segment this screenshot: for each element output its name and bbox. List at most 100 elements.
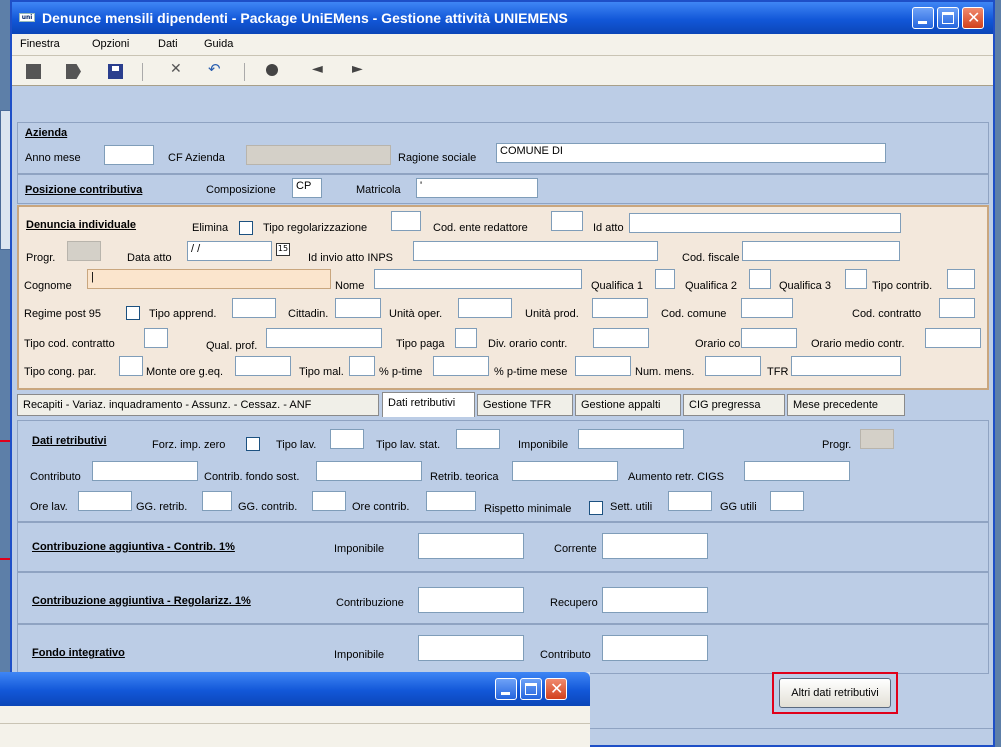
gg-contrib-field[interactable] xyxy=(312,491,346,511)
tab-gestione-appalti[interactable]: Gestione appalti xyxy=(575,394,681,416)
cod-contratto-field[interactable] xyxy=(939,298,975,318)
contrib1-panel: Contribuzione aggiuntiva - Contrib. 1% I… xyxy=(17,522,989,572)
contributo-label: Contributo xyxy=(30,471,81,483)
tab-gestione-tfr[interactable]: Gestione TFR xyxy=(477,394,573,416)
matricola-field[interactable]: ' xyxy=(416,178,538,198)
nome-field[interactable] xyxy=(374,269,582,289)
tab-dati-retributivi[interactable]: Dati retributivi xyxy=(382,392,475,417)
rispetto-checkbox[interactable] xyxy=(589,501,603,515)
cod-contratto-label: Cod. contratto xyxy=(852,308,922,320)
qualifica2-field[interactable] xyxy=(749,269,771,289)
tipo-cod-contratto-field[interactable] xyxy=(144,328,168,348)
tab-strip: Recapiti - Variaz. inquadramento - Assun… xyxy=(17,392,989,418)
elimina-checkbox[interactable] xyxy=(239,221,253,235)
search-icon[interactable] xyxy=(266,64,278,76)
tipo-mal-field[interactable] xyxy=(349,356,375,376)
close-icon: ✕ xyxy=(550,679,564,698)
gg-utili-field[interactable] xyxy=(770,491,804,511)
cod-comune-field[interactable] xyxy=(741,298,793,318)
minimize-button[interactable] xyxy=(912,7,934,29)
forz-imp-checkbox[interactable] xyxy=(246,437,260,451)
ptime-mese-field[interactable] xyxy=(575,356,631,376)
fondo-imponibile-field[interactable] xyxy=(418,635,524,661)
tipo-contrib-field[interactable] xyxy=(947,269,975,289)
anno-mese-field[interactable] xyxy=(104,145,154,165)
num-mens-field[interactable] xyxy=(705,356,761,376)
qualifica3-field[interactable] xyxy=(845,269,867,289)
tipo-cod-contratto-label: Tipo cod. contratto xyxy=(24,338,115,350)
ore-contrib-field[interactable] xyxy=(426,491,476,511)
menu-dati[interactable]: Dati xyxy=(158,38,178,50)
tab-cig-pregressa[interactable]: CIG pregressa xyxy=(683,394,785,416)
contrib1-corrente-field[interactable] xyxy=(602,533,708,559)
contributo-field[interactable] xyxy=(92,461,198,481)
contrib1-imponibile-field[interactable] xyxy=(418,533,524,559)
second-minimize-button[interactable] xyxy=(495,678,517,700)
tab-recapiti[interactable]: Recapiti - Variaz. inquadramento - Assun… xyxy=(17,394,379,416)
retrib-teorica-field[interactable] xyxy=(512,461,618,481)
close-button[interactable]: ✕ xyxy=(962,7,984,29)
qual-prof-field[interactable] xyxy=(266,328,382,348)
menu-finestra[interactable]: Finestra xyxy=(20,38,60,50)
regime-checkbox[interactable] xyxy=(126,306,140,320)
id-invio-label: Id invio atto INPS xyxy=(308,252,393,264)
cognome-field[interactable]: | xyxy=(87,269,331,289)
tipo-lav-stat-field[interactable] xyxy=(456,429,500,449)
id-invio-field[interactable] xyxy=(413,241,658,261)
cod-fiscale-field[interactable] xyxy=(742,241,900,261)
main-window: uni Denunce mensili dipendenti - Package… xyxy=(10,0,995,747)
orario-medio-field[interactable] xyxy=(925,328,981,348)
menu-guida[interactable]: Guida xyxy=(204,38,233,50)
calendar-icon[interactable]: 15 xyxy=(276,243,290,256)
contrib2-recupero-field[interactable] xyxy=(602,587,708,613)
div-orario-field[interactable] xyxy=(593,328,649,348)
data-atto-field[interactable]: / / xyxy=(187,241,272,261)
tipo-cong-field[interactable] xyxy=(119,356,143,376)
aumento-label: Aumento retr. CIGS xyxy=(628,471,724,483)
qualifica1-field[interactable] xyxy=(655,269,675,289)
aumento-field[interactable] xyxy=(744,461,850,481)
tipo-lav-field[interactable] xyxy=(330,429,364,449)
imponibile-field[interactable] xyxy=(578,429,684,449)
ptime-field[interactable] xyxy=(433,356,489,376)
sett-utili-field[interactable] xyxy=(668,491,712,511)
tipo-regolarizzazione-field[interactable] xyxy=(391,211,421,231)
monte-ore-field[interactable] xyxy=(235,356,291,376)
posizione-panel: Posizione contributiva Composizione CP M… xyxy=(17,174,989,204)
gg-utili-label: GG utili xyxy=(720,501,757,513)
contrib-fondo-field[interactable] xyxy=(316,461,422,481)
fondo-contributo-field[interactable] xyxy=(602,635,708,661)
ore-lav-label: Ore lav. xyxy=(30,501,68,513)
save-icon[interactable] xyxy=(108,64,123,79)
second-close-button[interactable]: ✕ xyxy=(545,678,567,700)
new-icon[interactable] xyxy=(26,64,41,79)
maximize-button[interactable] xyxy=(937,7,959,29)
matricola-label: Matricola xyxy=(356,184,401,196)
undo-icon[interactable]: ↶ xyxy=(208,60,223,78)
ragione-sociale-field[interactable]: COMUNE DI xyxy=(496,143,886,163)
orario-contr-field[interactable] xyxy=(741,328,797,348)
cittadin-field[interactable] xyxy=(335,298,381,318)
contrib2-contribuzione-field[interactable] xyxy=(418,587,524,613)
cut-icon[interactable]: ✕ xyxy=(170,61,185,77)
fondo-heading: Fondo integrativo xyxy=(32,647,125,659)
tipo-apprend-field[interactable] xyxy=(232,298,276,318)
second-maximize-button[interactable] xyxy=(520,678,542,700)
id-atto-field[interactable] xyxy=(629,213,901,233)
composizione-field[interactable]: CP xyxy=(292,178,322,198)
back-arrow-icon[interactable]: ◄ xyxy=(312,61,327,77)
unita-prod-field[interactable] xyxy=(592,298,648,318)
open-icon[interactable] xyxy=(66,64,81,79)
unita-oper-field[interactable] xyxy=(458,298,512,318)
gg-retrib-field[interactable] xyxy=(202,491,232,511)
tipo-cong-label: Tipo cong. par. xyxy=(24,366,97,378)
contrib1-heading: Contribuzione aggiuntiva - Contrib. 1% xyxy=(32,541,235,553)
tab-mese-precedente[interactable]: Mese precedente xyxy=(787,394,905,416)
forward-arrow-icon[interactable]: ► xyxy=(352,61,367,77)
tfr-field[interactable] xyxy=(791,356,901,376)
tipo-paga-field[interactable] xyxy=(455,328,477,348)
ore-lav-field[interactable] xyxy=(78,491,132,511)
cod-ente-field[interactable] xyxy=(551,211,583,231)
second-window-menubar xyxy=(0,706,590,724)
menu-opzioni[interactable]: Opzioni xyxy=(92,38,129,50)
